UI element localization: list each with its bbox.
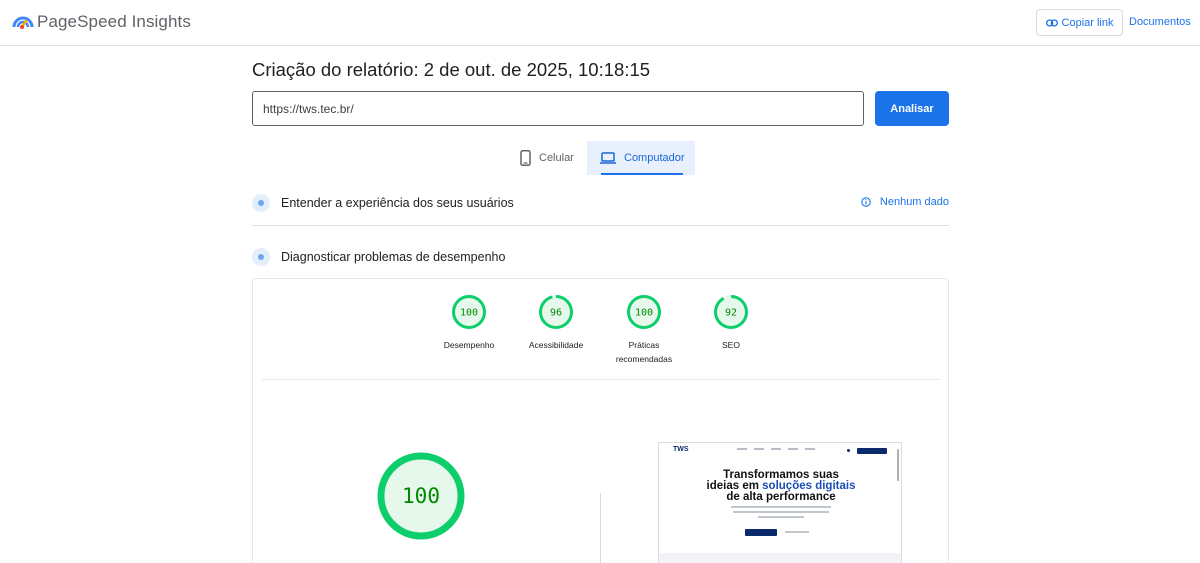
preview-nav-links bbox=[737, 448, 815, 450]
tab-mobile-label: Celular bbox=[539, 152, 574, 164]
tab-desktop[interactable]: Computador bbox=[587, 141, 695, 175]
section-divider bbox=[252, 225, 949, 226]
copy-link-button[interactable]: Copiar link bbox=[1036, 9, 1123, 36]
top-bar: PageSpeed Insights Copiar link Documento… bbox=[0, 0, 1200, 46]
report-title: Criação do relatório: 2 de out. de 2025,… bbox=[252, 59, 651, 80]
main-score-gauge: 100 bbox=[377, 452, 465, 540]
card-divider bbox=[262, 379, 940, 380]
phone-icon bbox=[520, 150, 531, 166]
preview-headline: Transformamos suas ideias em soluções di… bbox=[706, 469, 856, 503]
analyze-button[interactable]: Analisar bbox=[875, 91, 949, 126]
score-ring: 96 bbox=[539, 295, 573, 329]
score-ring: 92 bbox=[714, 295, 748, 329]
preview-cta bbox=[857, 448, 887, 454]
score-gauge-seo[interactable]: 92 SEO bbox=[691, 294, 771, 352]
preview-navbar: TWS bbox=[659, 443, 901, 457]
pagespeed-logo-icon[interactable] bbox=[12, 12, 34, 30]
tab-desktop-label: Computador bbox=[624, 152, 685, 164]
no-data-label: Nenhum dado bbox=[879, 196, 949, 208]
score-gauge-accessibility[interactable]: 96 Acessibilidade bbox=[516, 294, 596, 352]
vertical-divider bbox=[600, 493, 601, 563]
score-label: SEO bbox=[722, 340, 740, 350]
score-ring: 100 bbox=[627, 295, 661, 329]
docs-link[interactable]: Documentos bbox=[1129, 16, 1191, 28]
preview-nav-dot bbox=[847, 449, 850, 452]
diagnose-section-label: Diagnosticar problemas de desempenho bbox=[281, 250, 506, 264]
page-screenshot-preview: TWS Transformamos suas ideias em soluçõe… bbox=[658, 442, 902, 563]
experience-section[interactable]: Entender a experiência dos seus usuários… bbox=[252, 188, 949, 218]
score-label: Desempenho bbox=[443, 340, 495, 350]
preview-footer-band bbox=[659, 553, 901, 563]
active-tab-indicator bbox=[601, 173, 683, 175]
preview-subtext bbox=[729, 506, 833, 521]
url-input[interactable] bbox=[252, 91, 864, 126]
score-value: 100 bbox=[635, 308, 653, 319]
score-ring: 100 bbox=[452, 295, 486, 329]
main-score-value: 100 bbox=[402, 484, 440, 508]
diagnose-section[interactable]: Diagnosticar problemas de desempenho bbox=[252, 242, 949, 272]
score-gauge-performance[interactable]: 100 Desempenho bbox=[429, 294, 509, 352]
link-icon bbox=[1045, 18, 1058, 27]
no-data-status[interactable]: Nenhum dado bbox=[861, 196, 949, 208]
diagnose-icon bbox=[252, 248, 270, 266]
info-icon bbox=[861, 197, 871, 207]
laptop-icon bbox=[600, 152, 616, 164]
users-experience-icon bbox=[252, 194, 270, 212]
experience-section-label: Entender a experiência dos seus usuários bbox=[281, 196, 514, 210]
preview-logo: TWS bbox=[673, 446, 689, 453]
score-value: 100 bbox=[460, 308, 478, 319]
preview-secondary-link bbox=[785, 531, 809, 533]
score-gauge-best-practices[interactable]: 100 Práticas recomendadas bbox=[604, 294, 684, 366]
score-label: Práticas recomendadas bbox=[615, 340, 673, 364]
copy-link-label: Copiar link bbox=[1061, 16, 1114, 29]
brand-title[interactable]: PageSpeed Insights bbox=[37, 12, 191, 32]
preview-primary-button bbox=[745, 529, 777, 536]
score-value: 92 bbox=[725, 308, 737, 319]
tab-mobile[interactable]: Celular bbox=[510, 141, 590, 175]
score-label: Acessibilidade bbox=[528, 340, 584, 350]
score-value: 96 bbox=[550, 308, 562, 319]
